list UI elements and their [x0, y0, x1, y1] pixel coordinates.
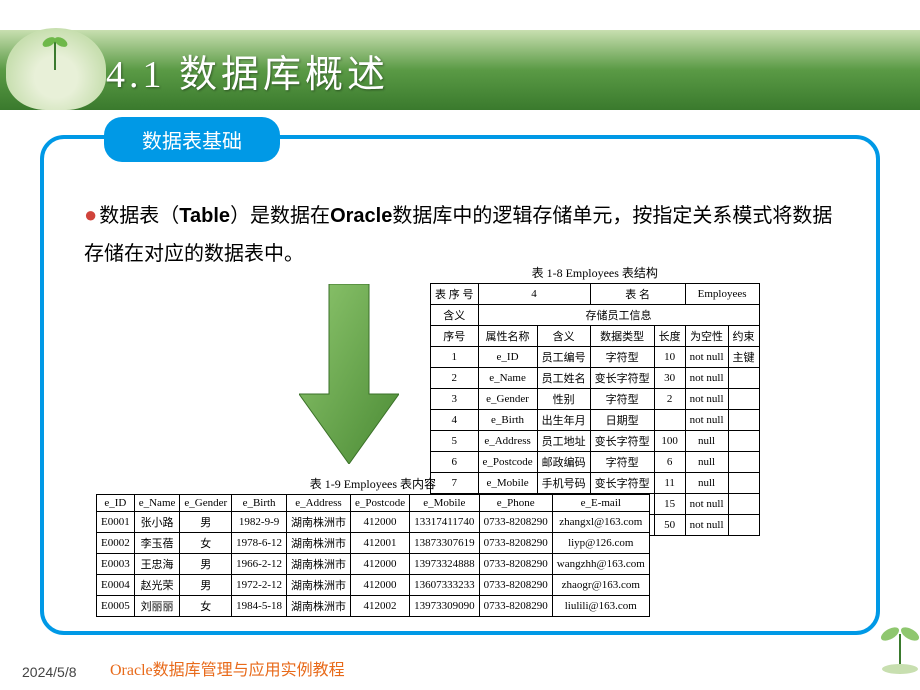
column-header: 序号 — [431, 326, 479, 347]
column-header: 为空性 — [685, 326, 728, 347]
table-row: E0002李玉蓓女1978-6-12湖南株洲市41200113873307619… — [97, 533, 650, 554]
column-header: e_Postcode — [350, 495, 409, 512]
header-banner: 4.1 数据库概述 — [0, 30, 920, 110]
table-row: 4e_Birth出生年月日期型not null — [431, 410, 760, 431]
table-content: 表 1-9 Employees 表内容 e_IDe_Namee_Gendere_… — [96, 475, 650, 617]
corner-sprout-icon — [860, 604, 920, 674]
arrow-down-icon — [299, 284, 399, 464]
column-header: e_Name — [134, 495, 180, 512]
content-panel: 数据表基础 ●数据表（Table）是数据在Oracle数据库中的逻辑存储单元，按… — [40, 135, 880, 635]
column-header: e_Birth — [232, 495, 287, 512]
table8-caption: 表 1-8 Employees 表结构 — [430, 264, 760, 281]
page-title: 4.1 数据库概述 — [106, 43, 389, 98]
table9: e_IDe_Namee_Gendere_Birthe_Addresse_Post… — [96, 494, 650, 617]
column-header: e_ID — [97, 495, 135, 512]
table-row: 3e_Gender性别字符型2not null — [431, 389, 760, 410]
paragraph: ●数据表（Table）是数据在Oracle数据库中的逻辑存储单元，按指定关系模式… — [84, 195, 844, 273]
table-row: 6e_Postcode邮政编码字符型6null — [431, 452, 760, 473]
table-row: 5e_Address员工地址变长字符型100null — [431, 431, 760, 452]
column-header: 数据类型 — [590, 326, 654, 347]
table-row: 含义 存储员工信息 — [431, 305, 760, 326]
table-row: e_IDe_Namee_Gendere_Birthe_Addresse_Post… — [97, 495, 650, 512]
column-header: 属性名称 — [478, 326, 537, 347]
sprout-icon — [42, 30, 68, 75]
column-header: e_Mobile — [410, 495, 480, 512]
column-header: e_Address — [286, 495, 350, 512]
column-header: e_Gender — [180, 495, 232, 512]
table-row: E0003王忠海男1966-2-12湖南株洲市41200013973324888… — [97, 554, 650, 575]
table-row: 2e_Name员工姓名变长字符型30not null — [431, 368, 760, 389]
footer-course: Oracle数据库管理与应用实例教程 — [110, 656, 345, 680]
table-row: E0004赵光荣男1972-2-12湖南株洲市41200013607333233… — [97, 575, 650, 596]
column-header: 约束 — [728, 326, 759, 347]
table-row: E0001张小路男1982-9-9湖南株洲市412000133174117400… — [97, 512, 650, 533]
table9-caption: 表 1-9 Employees 表内容 — [96, 475, 650, 492]
section-badge: 数据表基础 — [104, 117, 280, 162]
column-header: 长度 — [654, 326, 685, 347]
bullet-icon: ● — [84, 202, 97, 227]
column-header: 含义 — [537, 326, 590, 347]
table-row: 1e_ID员工编号字符型10not null主键 — [431, 347, 760, 368]
table-row: 表 序 号 4 表 名 Employees — [431, 284, 760, 305]
table-row: 序号属性名称含义数据类型长度为空性约束 — [431, 326, 760, 347]
footer-date: 2024/5/8 — [22, 664, 77, 680]
table-row: E0005刘丽丽女1984-5-18湖南株洲市41200213973309090… — [97, 596, 650, 617]
column-header: e_Phone — [479, 495, 552, 512]
column-header: e_E-mail — [552, 495, 649, 512]
